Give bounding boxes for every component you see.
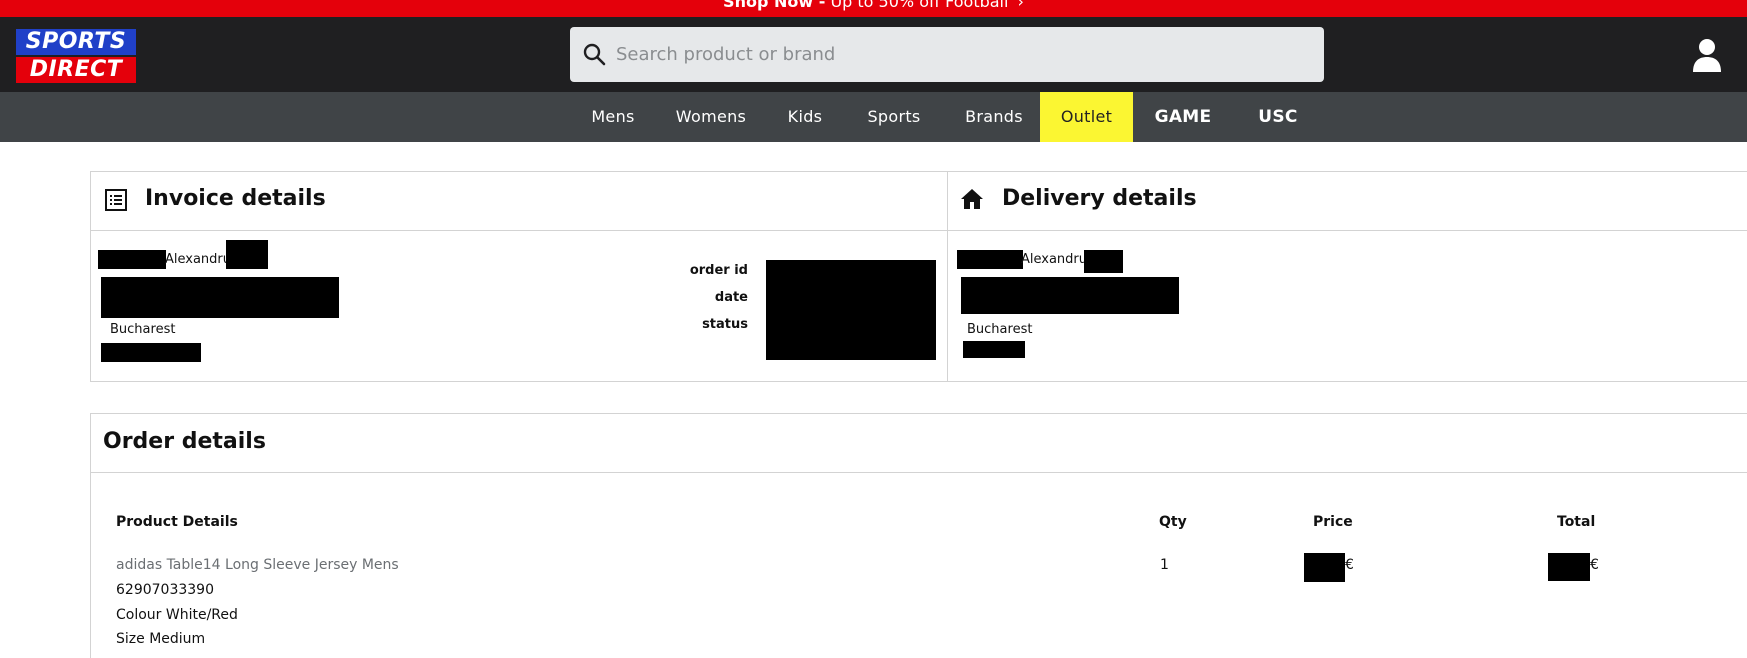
redacted-block: [101, 343, 201, 362]
price-currency: €: [1345, 557, 1354, 573]
home-icon: [961, 189, 983, 209]
sports-direct-logo[interactable]: SPORTS DIRECT: [16, 29, 138, 83]
nav-item-sports[interactable]: Sports: [852, 92, 936, 142]
redacted-block: [963, 341, 1025, 358]
main-nav: Mens Womens Kids Sports Brands Outlet GA…: [0, 92, 1747, 142]
invoice-city: Bucharest: [110, 322, 176, 337]
nav-item-usc[interactable]: USC: [1248, 92, 1308, 142]
chevron-right-icon: ›: [1017, 0, 1024, 11]
invoice-details-panel: Invoice details Alexandru Bucharest orde…: [90, 171, 948, 382]
promo-banner[interactable]: Shop Now - Up to 50% off Football ›: [0, 0, 1747, 17]
order-details-panel: Order details Product Details Qty Price …: [90, 413, 1747, 658]
divider: [91, 472, 1747, 473]
redacted-block: [1304, 553, 1345, 582]
product-code: 62907033390: [116, 582, 214, 598]
logo-line-2: DIRECT: [16, 57, 136, 83]
product-qty: 1: [1160, 557, 1169, 573]
promo-strong: Shop Now -: [723, 0, 826, 11]
redacted-block: [1084, 250, 1123, 273]
divider: [91, 230, 947, 231]
user-icon[interactable]: [1691, 37, 1723, 73]
order-title: Order details: [103, 429, 266, 454]
site-header: SPORTS DIRECT: [0, 17, 1747, 92]
logo-line-1: SPORTS: [16, 29, 136, 55]
nav-item-outlet[interactable]: Outlet: [1040, 92, 1133, 142]
order-id-label: order id: [689, 263, 748, 278]
header-product-details: Product Details: [116, 514, 238, 530]
product-name-link[interactable]: adidas Table14 Long Sleeve Jersey Mens: [116, 557, 399, 573]
header-price: Price: [1313, 514, 1353, 530]
redacted-block: [766, 260, 936, 360]
status-label: status: [702, 317, 748, 332]
search-icon[interactable]: [582, 42, 606, 66]
delivery-title: Delivery details: [1002, 186, 1197, 211]
delivery-details-panel: Delivery details Alexandru Bucharest: [947, 171, 1747, 382]
redacted-block: [957, 250, 1023, 269]
nav-item-brands[interactable]: Brands: [950, 92, 1038, 142]
redacted-block: [101, 277, 339, 318]
product-size: Size Medium: [116, 631, 206, 647]
list-icon: [105, 189, 127, 211]
search-input[interactable]: [616, 27, 1306, 82]
redacted-block: [226, 240, 268, 269]
product-colour: Colour White/Red: [116, 607, 238, 623]
date-label: date: [714, 290, 748, 305]
header-total: Total: [1557, 514, 1596, 530]
nav-item-game[interactable]: GAME: [1150, 92, 1216, 142]
nav-item-mens[interactable]: Mens: [576, 92, 650, 142]
promo-rest: Up to 50% off Football: [830, 0, 1009, 11]
redacted-block: [98, 250, 166, 269]
header-qty: Qty: [1159, 514, 1187, 530]
divider: [948, 230, 1747, 231]
redacted-block: [1548, 553, 1590, 581]
nav-item-kids[interactable]: Kids: [772, 92, 838, 142]
search-bar[interactable]: [570, 27, 1324, 82]
redacted-block: [961, 277, 1179, 314]
promo-text[interactable]: Shop Now - Up to 50% off Football ›: [0, 0, 1747, 12]
invoice-title: Invoice details: [145, 186, 326, 211]
delivery-name: Alexandru: [1021, 252, 1088, 267]
total-currency: €: [1590, 557, 1599, 573]
delivery-city: Bucharest: [967, 322, 1033, 337]
invoice-name: Alexandru: [165, 252, 232, 267]
nav-item-womens[interactable]: Womens: [662, 92, 760, 142]
